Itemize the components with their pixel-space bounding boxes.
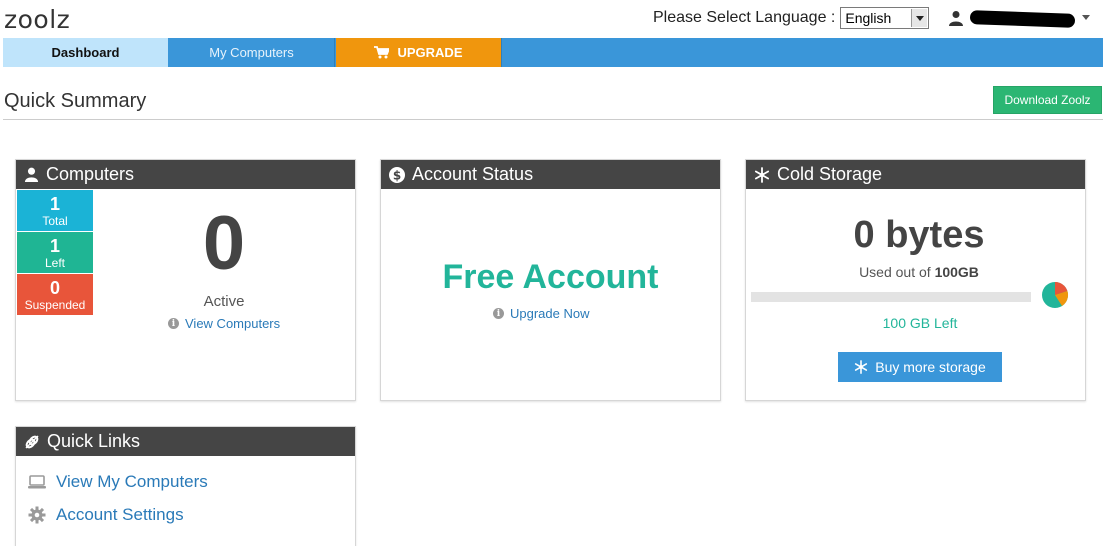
dollar-icon: $ bbox=[389, 166, 405, 183]
upgrade-now-link[interactable]: i Upgrade Now bbox=[493, 306, 590, 321]
tab-dashboard-label: Dashboard bbox=[51, 45, 120, 60]
user-icon bbox=[24, 167, 39, 182]
page-title: Quick Summary bbox=[4, 90, 147, 112]
stat-total: 1 Total bbox=[17, 190, 93, 231]
cold-storage-panel: Cold Storage 0 bytes Used out of 100GB 1… bbox=[745, 159, 1086, 401]
quick-link-account-settings-label: Account Settings bbox=[56, 505, 184, 524]
tab-my-computers-label: My Computers bbox=[209, 45, 294, 60]
snowflake-icon bbox=[754, 166, 770, 183]
laptop-icon bbox=[28, 475, 46, 489]
storage-used-value: 0 bytes bbox=[853, 214, 985, 256]
storage-progress-bar bbox=[751, 292, 1031, 302]
account-status-value: Free Account bbox=[442, 258, 659, 296]
cart-icon bbox=[374, 46, 390, 59]
tab-dashboard[interactable]: Dashboard bbox=[3, 38, 168, 67]
stat-suspended-label: Suspended bbox=[24, 298, 86, 312]
storage-pie-chart-icon bbox=[1042, 281, 1069, 308]
stat-suspended: 0 Suspended bbox=[17, 274, 93, 315]
svg-text:$: $ bbox=[393, 168, 401, 182]
snowflake-icon bbox=[855, 360, 868, 374]
computers-panel-title: Computers bbox=[46, 164, 135, 184]
quick-links-panel-header: Quick Links bbox=[16, 427, 355, 456]
stat-total-value: 1 bbox=[49, 194, 60, 214]
quick-link-view-my-computers[interactable]: View My Computers bbox=[28, 472, 208, 492]
language-label: Please Select Language : bbox=[653, 9, 836, 26]
language-select[interactable]: English bbox=[840, 7, 930, 29]
quick-link-account-settings[interactable]: Account Settings bbox=[28, 505, 184, 525]
storage-used-prefix: Used out of bbox=[859, 264, 931, 280]
account-status-panel: $ Account Status Free Account i Upgrade … bbox=[380, 159, 721, 401]
quick-link-view-my-computers-label: View My Computers bbox=[56, 472, 208, 491]
info-icon: i bbox=[493, 308, 504, 319]
user-icon[interactable] bbox=[948, 10, 964, 26]
zoolz-logo[interactable]: zoolz bbox=[4, 5, 70, 34]
stat-left: 1 Left bbox=[17, 232, 93, 273]
tab-my-computers[interactable]: My Computers bbox=[169, 38, 335, 67]
download-zoolz-button[interactable]: Download Zoolz bbox=[993, 86, 1102, 114]
quick-links-panel: Quick Links View My Computers Account Se… bbox=[15, 426, 356, 546]
info-icon: i bbox=[168, 318, 179, 329]
title-divider bbox=[3, 119, 1103, 120]
tab-upgrade[interactable]: UPGRADE bbox=[336, 38, 502, 67]
storage-used-label: Used out of 100GB bbox=[746, 264, 1092, 280]
user-menu-caret-icon[interactable] bbox=[1082, 15, 1090, 20]
main-nav: Dashboard My Computers UPGRADE bbox=[3, 38, 1103, 67]
storage-total: 100GB bbox=[934, 264, 979, 280]
quick-links-panel-title: Quick Links bbox=[47, 431, 141, 451]
account-status-panel-header: $ Account Status bbox=[381, 160, 720, 189]
link-icon bbox=[25, 434, 39, 449]
chevron-down-icon[interactable] bbox=[911, 9, 928, 27]
language-selector: Please Select Language : English bbox=[653, 7, 930, 29]
buy-more-storage-button[interactable]: Buy more storage bbox=[838, 352, 1002, 382]
stat-suspended-value: 0 bbox=[49, 278, 60, 298]
stat-total-label: Total bbox=[42, 214, 68, 228]
upgrade-now-label: Upgrade Now bbox=[510, 306, 590, 321]
user-name-redacted[interactable] bbox=[969, 10, 1076, 28]
computers-panel-header: Computers bbox=[16, 160, 355, 189]
account-status-panel-title: Account Status bbox=[412, 164, 534, 184]
storage-left-label: 100 GB Left bbox=[882, 315, 958, 331]
stat-left-label: Left bbox=[44, 256, 65, 270]
gear-icon bbox=[28, 506, 46, 524]
active-count: 0 bbox=[202, 201, 246, 286]
cold-storage-panel-title: Cold Storage bbox=[777, 164, 883, 184]
cold-storage-panel-header: Cold Storage bbox=[746, 160, 1085, 189]
stat-left-value: 1 bbox=[49, 236, 60, 256]
tab-upgrade-label: UPGRADE bbox=[397, 45, 463, 60]
active-label: Active bbox=[203, 293, 245, 310]
buy-more-storage-label: Buy more storage bbox=[875, 359, 986, 375]
computers-panel: Computers 1 Total 1 Left 0 Suspended 0 A… bbox=[15, 159, 356, 401]
language-select-value: English bbox=[845, 10, 892, 26]
view-computers-label: View Computers bbox=[185, 316, 281, 331]
view-computers-link[interactable]: i View Computers bbox=[168, 316, 280, 331]
